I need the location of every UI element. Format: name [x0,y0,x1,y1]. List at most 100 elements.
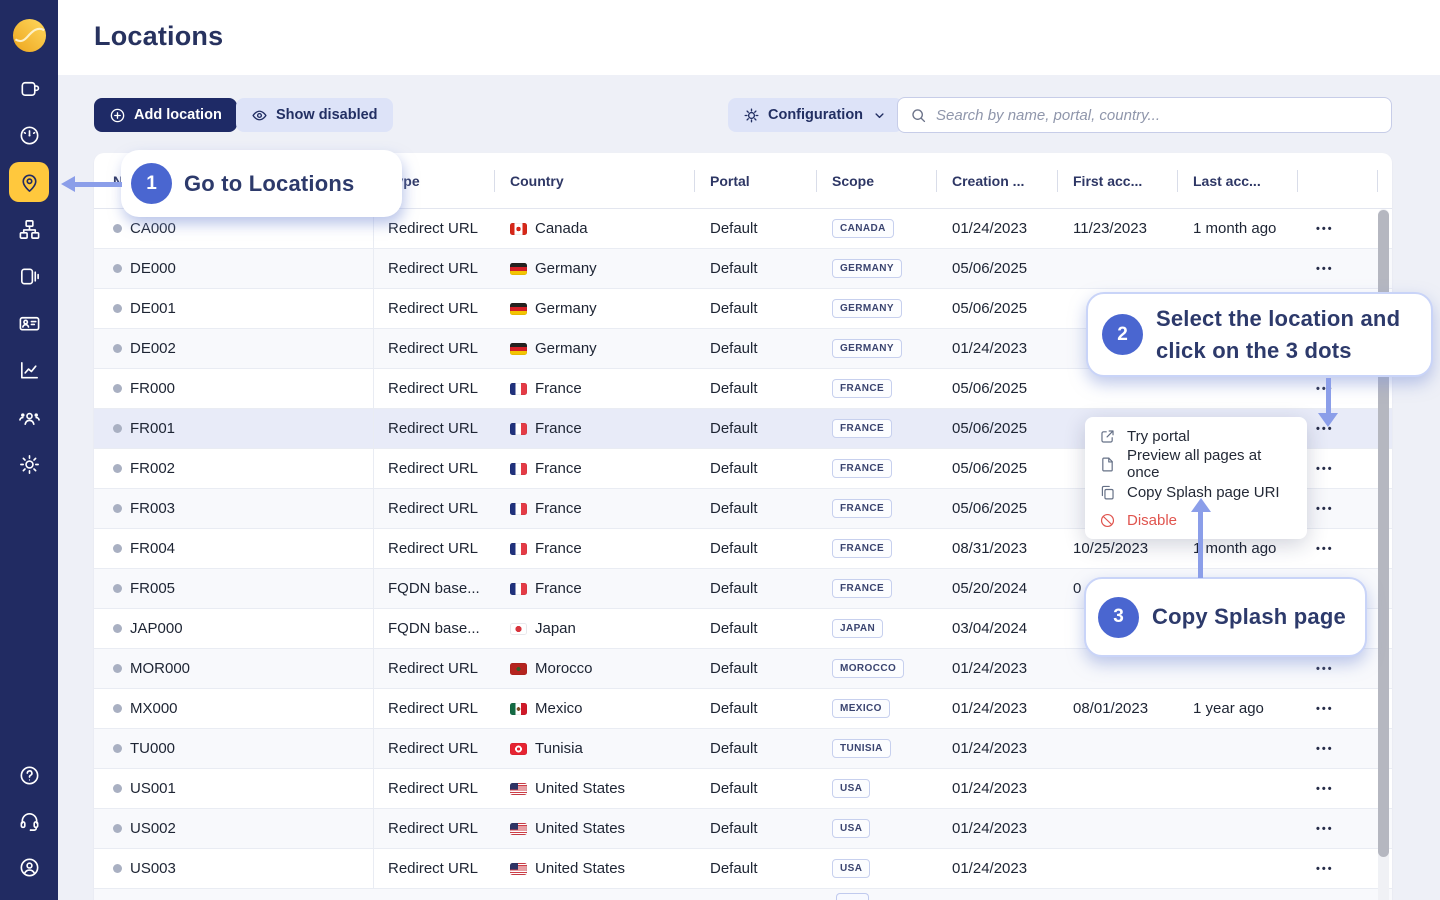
status-dot [113,464,122,473]
country-flag [510,503,527,515]
country-flag [510,703,527,715]
step-1-badge: 1 [131,163,172,204]
show-disabled-button[interactable]: Show disabled [236,98,393,132]
scope-badge: MEXICO [832,699,890,718]
location-name: FR003 [130,500,175,517]
gear-icon [18,453,41,476]
row-actions-button[interactable]: ••• [1316,463,1334,475]
row-actions-button[interactable]: ••• [1316,503,1334,515]
cloudifi-logo-icon[interactable] [12,18,47,53]
sidebar-item-users[interactable] [9,397,49,437]
status-dot [113,424,122,433]
row-actions-button[interactable]: ••• [1316,823,1334,835]
location-type: Redirect URL [374,249,494,288]
table-row[interactable]: US002 Redirect URL United States Default… [94,809,1392,849]
sidebar-item-chart[interactable] [9,350,49,390]
column-header-portal[interactable]: Portal [694,153,816,208]
scope-badge: USA [832,819,870,838]
menu-item-label: Preview all pages at once [1127,447,1293,481]
row-actions-button[interactable]: ••• [1316,743,1334,755]
location-portal: Default [694,489,816,528]
guide-arrow-up-icon [1191,498,1211,512]
scope-badge: TUNISIA [832,739,891,758]
location-portal: Default [694,529,816,568]
first-access-date [1057,729,1177,768]
country-flag [510,623,527,635]
callout-step-3: 3 Copy Splash page [1084,577,1367,657]
row-actions-button[interactable]: ••• [1316,783,1334,795]
row-actions-button[interactable]: ••• [1316,703,1334,715]
menu-item-try-portal[interactable]: Try portal [1085,422,1307,450]
scope-badge: USA [832,779,870,798]
id-card-icon [18,312,41,335]
table-row[interactable]: MX000 Redirect URL Mexico Default MEXICO… [94,689,1392,729]
sidebar-item-help[interactable] [9,755,49,795]
row-actions-button[interactable]: ••• [1316,543,1334,555]
location-name: US003 [130,860,176,877]
configuration-button[interactable]: Configuration [728,98,903,132]
creation-date: 05/06/2025 [936,289,1057,328]
step-3-badge: 3 [1098,597,1139,638]
row-actions-button[interactable]: ••• [1316,863,1334,875]
location-country: Germany [535,340,597,357]
table-row[interactable]: DE000 Redirect URL Germany Default GERMA… [94,249,1392,289]
column-header-last-acc[interactable]: Last acc... [1177,153,1297,208]
location-name: MOR000 [130,660,190,677]
disable-icon [1099,512,1116,529]
sidebar-item-account[interactable] [9,847,49,887]
location-portal: Default [694,649,816,688]
column-header-scope[interactable]: Scope [816,153,936,208]
add-location-label: Add location [134,107,222,123]
location-country: France [535,500,582,517]
location-portal: Default [694,249,816,288]
location-name: US002 [130,820,176,837]
location-type: Redirect URL [374,769,494,808]
external-link-icon [1099,428,1116,445]
location-country: Canada [535,220,588,237]
table-row[interactable]: US001 Redirect URL United States Default… [94,769,1392,809]
table-row[interactable]: TU000 Redirect URL Tunisia Default TUNIS… [94,729,1392,769]
row-actions-button[interactable]: ••• [1316,263,1334,275]
column-header-country[interactable]: Country [494,153,694,208]
column-header-actions[interactable] [1297,153,1392,208]
country-flag [510,743,527,755]
column-header-creation[interactable]: Creation ... [936,153,1057,208]
creation-date: 03/04/2024 [936,609,1057,648]
table-row[interactable]: US003 Redirect URL United States Default… [94,849,1392,889]
sidebar-item-cup[interactable] [9,68,49,108]
callout-1-text: Go to Locations [184,171,354,197]
sidebar-item-location-pin[interactable] [9,162,49,202]
callout-2-text: Select the location andclick on the 3 do… [1156,303,1400,367]
status-dot [113,584,122,593]
country-flag [510,263,527,275]
location-portal: Default [694,809,816,848]
location-name: FR001 [130,420,175,437]
sidebar-item-sitemap[interactable] [9,209,49,249]
sidebar-item-headset[interactable] [9,801,49,841]
scope-badge: MOROCCO [832,659,904,678]
sidebar-item-devices[interactable] [9,256,49,296]
location-name: FR000 [130,380,175,397]
partial-next-row [94,889,1392,900]
location-name: DE001 [130,300,176,317]
column-header-first-acc[interactable]: First acc... [1057,153,1177,208]
location-name: MX000 [130,700,178,717]
sidebar-item-id-card[interactable] [9,303,49,343]
country-flag [510,663,527,675]
creation-date: 01/24/2023 [936,209,1057,248]
first-access-date: 08/01/2023 [1057,689,1177,728]
location-name: US001 [130,780,176,797]
location-name: JAP000 [130,620,183,637]
add-location-button[interactable]: Add location [94,98,237,132]
topbar: Locations [58,0,1440,75]
sidebar-item-gauge[interactable] [9,115,49,155]
menu-item-preview-all-pages-at-once[interactable]: Preview all pages at once [1085,450,1307,478]
location-name: FR004 [130,540,175,557]
row-actions-button[interactable]: ••• [1316,663,1334,675]
search-input[interactable] [936,107,1379,124]
sidebar-item-gear[interactable] [9,444,49,484]
last-access [1177,769,1297,808]
location-portal: Default [694,689,816,728]
row-actions-button[interactable]: ••• [1316,223,1334,235]
sitemap-icon [18,218,41,241]
